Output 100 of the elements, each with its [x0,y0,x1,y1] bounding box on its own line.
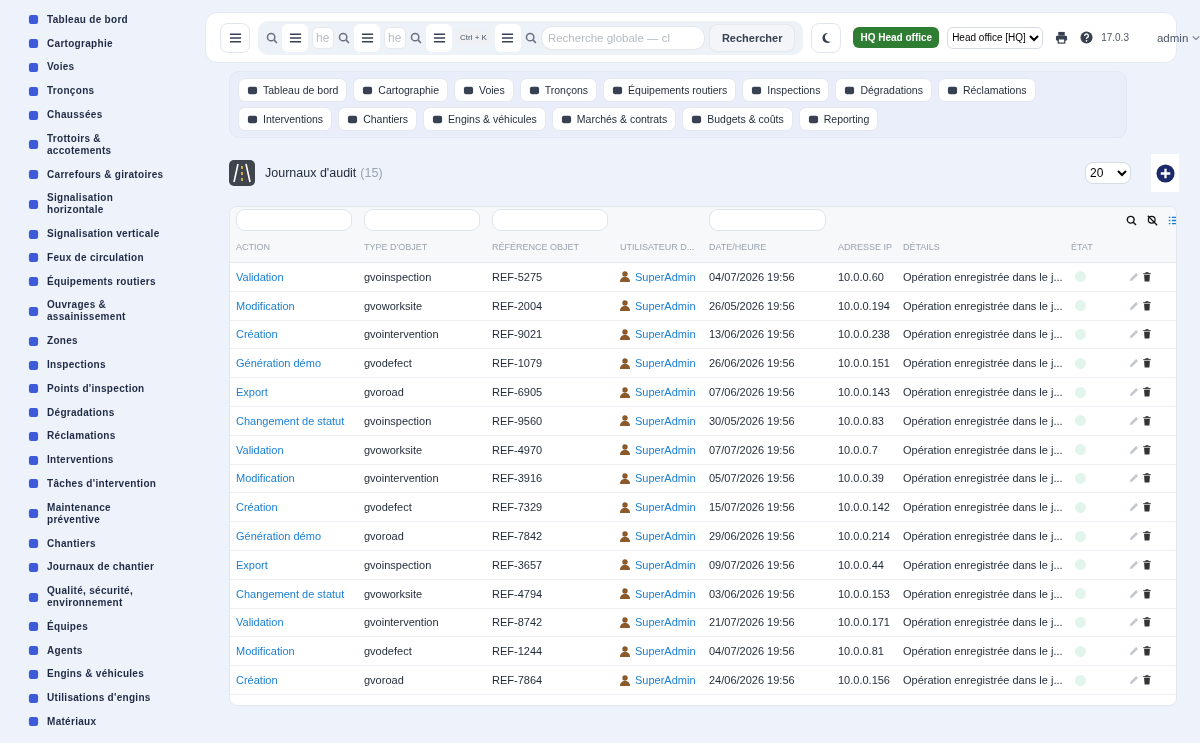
sidebar-item[interactable]: Journaux de chantier [28,555,205,580]
quick-link[interactable]: Engins & véhicules [423,107,546,131]
sidebar-item[interactable]: Équipements routiers [28,269,205,294]
sidebar-item[interactable]: Chantiers [28,531,205,556]
action-link[interactable]: Création [230,674,358,687]
sidebar-item[interactable]: Signalisation verticale [28,222,205,247]
user-link[interactable]: SuperAdmin [635,328,696,341]
user-link[interactable]: SuperAdmin [635,299,696,312]
menu-button[interactable] [282,23,308,52]
filter-field[interactable] [236,209,352,231]
sidebar-item[interactable]: Points d'inspection [28,376,205,401]
sidebar-item[interactable]: Inspections [28,353,205,377]
sidebar-item[interactable]: Tronçons [28,79,205,104]
trash-icon[interactable] [1142,531,1152,542]
quick-link[interactable]: Interventions [238,107,333,131]
action-link[interactable]: Validation [230,616,358,629]
action-link[interactable]: Modification [230,299,358,312]
sidebar-item[interactable]: Qualité, sécurité, environnement [28,579,205,615]
action-link[interactable]: Modification [230,472,358,485]
trash-icon[interactable] [1142,387,1152,398]
trash-icon[interactable] [1142,300,1152,311]
action-link[interactable]: Validation [230,270,358,283]
sidebar-item[interactable]: Chaussées [28,103,205,127]
trash-icon[interactable] [1142,646,1152,657]
sidebar-item[interactable]: Matériaux [28,710,205,734]
quick-link[interactable]: Inspections [742,78,830,102]
trash-icon[interactable] [1142,271,1152,282]
quick-link[interactable]: Chantiers [338,107,418,131]
user-link[interactable]: SuperAdmin [635,616,696,629]
sidebar-item[interactable]: Voies [28,55,205,80]
quick-link[interactable]: Voies [454,78,514,102]
sidebar-item[interactable]: Ouvrages & assainissement [28,293,205,330]
trash-icon[interactable] [1142,473,1152,484]
user-link[interactable]: SuperAdmin [635,558,696,571]
trash-icon[interactable] [1142,675,1152,686]
search-icon[interactable] [1126,214,1137,226]
company-select[interactable]: Head office [HQ] [947,26,1044,49]
user-link[interactable]: SuperAdmin [635,530,696,543]
sidebar-item[interactable]: Feux de circulation [28,246,205,270]
sidebar-item[interactable]: Agents [28,638,205,663]
quick-link[interactable]: Budgets & coûts [682,107,793,131]
quick-link[interactable]: Équipements routiers [603,78,737,102]
filter-field[interactable] [364,209,480,231]
action-link[interactable]: Export [230,558,358,571]
user-link[interactable]: SuperAdmin [635,270,696,283]
action-link[interactable]: Génération démo [230,530,358,543]
filter-field[interactable] [709,209,826,231]
sidebar-item[interactable]: Cartographie [28,31,205,56]
quick-link[interactable]: Dégradations [835,78,932,102]
print-icon[interactable] [1055,31,1069,44]
search-field[interactable]: Recherche globale — cl [540,25,705,50]
quick-link[interactable]: Reporting [798,107,879,131]
page-size-select[interactable]: 20 [1085,162,1131,184]
action-link[interactable]: Création [230,501,358,514]
trash-icon[interactable] [1142,559,1152,570]
sidebar-item[interactable]: Trottoirs & accotements [28,126,205,163]
user-link[interactable]: SuperAdmin [635,587,696,600]
trash-icon[interactable] [1142,444,1152,455]
trash-icon[interactable] [1142,502,1152,513]
sidebar-item[interactable]: Dégradations [28,400,205,425]
list-icon[interactable] [1168,214,1176,226]
action-link[interactable]: Création [230,328,358,341]
sidebar-item[interactable]: Engins & véhicules [28,662,205,687]
sidebar-item[interactable]: Tâches d'intervention [28,472,205,496]
user-link[interactable]: SuperAdmin [635,386,696,399]
sidebar-item[interactable]: Réclamations [28,424,205,449]
menu-button[interactable] [354,23,380,52]
quick-link[interactable]: Réclamations [937,78,1036,102]
action-link[interactable]: Modification [230,645,358,658]
search-field[interactable]: he [384,26,406,49]
user-link[interactable]: SuperAdmin [635,414,696,427]
sidebar-item[interactable]: Équipes [28,614,205,639]
user-link[interactable]: SuperAdmin [635,645,696,658]
quick-link[interactable]: Cartographie [353,78,448,102]
trash-icon[interactable] [1142,588,1152,599]
filter-field[interactable] [492,209,608,231]
dark-mode-button[interactable] [811,22,842,53]
menu-button[interactable] [494,23,521,52]
clear-filter-icon[interactable] [1147,214,1158,226]
trash-icon[interactable] [1142,415,1152,426]
trash-icon[interactable] [1142,329,1152,340]
trash-icon[interactable] [1142,617,1152,628]
sidebar-item[interactable]: Tableau de bord [28,8,205,32]
sidebar-item[interactable]: Utilisations d'engins [28,686,205,711]
user-menu[interactable]: admin [1156,31,1200,44]
help-icon[interactable] [1080,31,1094,44]
action-link[interactable]: Export [230,386,358,399]
quick-link[interactable]: Tableau de bord [238,78,348,102]
user-link[interactable]: SuperAdmin [635,472,696,485]
user-link[interactable]: SuperAdmin [635,443,696,456]
trash-icon[interactable] [1142,358,1152,369]
add-button[interactable] [1151,154,1179,192]
action-link[interactable]: Validation [230,443,358,456]
sidebar-item[interactable]: Interventions [28,448,205,473]
sidebar-item[interactable]: Maintenance préventive [28,495,205,532]
search-button[interactable]: Rechercher [708,23,796,52]
user-link[interactable]: SuperAdmin [635,674,696,687]
sidebar-item[interactable]: Zones [28,329,205,354]
quick-link[interactable]: Marchés & contrats [551,107,677,131]
menu-button[interactable] [220,22,250,53]
